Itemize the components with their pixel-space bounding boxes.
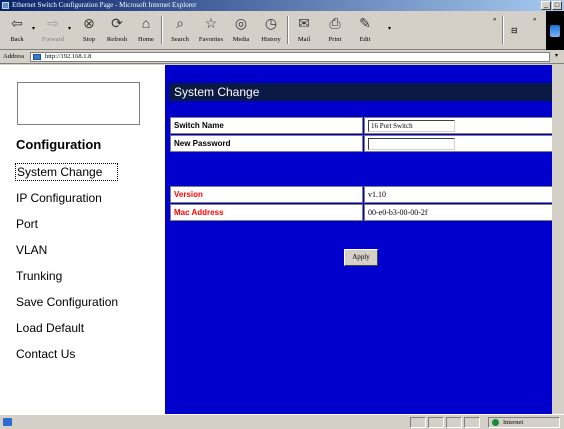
window-title: Ethernet Switch Configuration Page - Mic…	[12, 1, 197, 9]
main-content: System Change Switch Name 16 Port Switch…	[165, 65, 564, 414]
new-password-cell	[364, 135, 553, 152]
print-icon: ⎙	[329, 17, 341, 32]
sidebar-item-port[interactable]: Port	[16, 215, 118, 241]
home-icon: ⌂	[141, 17, 151, 32]
history-button[interactable]: ◷ History	[256, 15, 286, 44]
page-status-icon	[3, 418, 12, 426]
ie-throbber-logo	[546, 11, 564, 50]
table-row: Mac Address 00-e0-b3-00-00-2f	[170, 204, 553, 221]
zone-label: Internet	[503, 419, 524, 426]
address-url: http://192.168.1.8	[45, 53, 92, 60]
sidebar-item-load-default[interactable]: Load Default	[16, 319, 118, 345]
maximize-button[interactable]: □	[552, 1, 562, 10]
page-title: System Change	[169, 83, 556, 101]
new-password-label: New Password	[170, 135, 363, 152]
media-button[interactable]: ◎ Media	[226, 15, 256, 44]
edit-button[interactable]: ✎ Edit	[350, 15, 380, 44]
switch-name-input[interactable]: 16 Port Switch	[368, 119, 455, 132]
forward-arrow-icon: ⇨	[47, 17, 59, 32]
favorites-button[interactable]: ☆ Favorites	[196, 15, 226, 44]
forward-button[interactable]: ⇨ Forward	[38, 15, 68, 44]
sidebar: Configuration System Change IP Configura…	[0, 65, 165, 414]
status-bar: Internet	[0, 414, 564, 429]
sidebar-item-system-change[interactable]: System Change	[15, 163, 119, 181]
table-row: Switch Name 16 Port Switch	[170, 117, 553, 134]
links-icon[interactable]: ⊟	[511, 26, 518, 35]
page-viewport: Configuration System Change IP Configura…	[0, 65, 564, 414]
version-value: v1.10	[364, 186, 553, 203]
refresh-button[interactable]: ⟳ Refresh	[102, 15, 132, 44]
switch-name-cell: 16 Port Switch	[364, 117, 553, 134]
media-icon: ◎	[234, 17, 248, 32]
back-arrow-icon: ⇦	[11, 17, 23, 32]
new-password-input[interactable]	[368, 137, 455, 150]
sidebar-section-title: Configuration	[16, 137, 102, 152]
print-button[interactable]: ⎙ Print	[320, 15, 350, 44]
ie-app-icon	[2, 2, 9, 9]
address-bar: Address http://192.168.1.8 ▾	[0, 50, 564, 64]
version-label: Version	[170, 186, 363, 203]
sidebar-item-ip-configuration[interactable]: IP Configuration	[16, 189, 118, 215]
sidebar-item-save-configuration[interactable]: Save Configuration	[16, 293, 118, 319]
sidebar-item-trunking[interactable]: Trunking	[16, 267, 118, 293]
globe-icon	[492, 419, 499, 426]
address-input[interactable]: http://192.168.1.8	[30, 52, 550, 62]
status-panel	[464, 417, 480, 428]
mail-icon: ✉	[298, 17, 310, 32]
browser-window: Ethernet Switch Configuration Page - Mic…	[0, 0, 564, 429]
search-button[interactable]: ⌕ Search	[165, 15, 195, 44]
stop-button[interactable]: ⊗ Stop	[74, 15, 104, 44]
edit-icon: ✎	[359, 17, 371, 32]
ie-logo-icon	[550, 24, 560, 37]
browser-toolbar: ⇦ Back ▾ ⇨ Forward ▾ ⊗ Stop ⟳ Refresh ⌂ …	[0, 11, 564, 50]
back-dropdown-icon[interactable]: ▾	[32, 25, 35, 32]
vertical-scrollbar[interactable]	[552, 65, 564, 414]
mac-address-label: Mac Address	[170, 204, 363, 221]
stop-icon: ⊗	[83, 17, 95, 32]
switch-name-label: Switch Name	[170, 117, 363, 134]
status-panel	[446, 417, 462, 428]
status-panels	[410, 417, 480, 428]
address-dropdown-icon[interactable]: ▾	[555, 52, 558, 59]
search-icon: ⌕	[176, 17, 184, 32]
page-icon	[33, 54, 41, 60]
system-settings-table: Switch Name 16 Port Switch New Password	[169, 116, 554, 153]
mail-button[interactable]: ✉ Mail	[289, 15, 319, 44]
status-panel	[428, 417, 444, 428]
home-button[interactable]: ⌂ Home	[131, 15, 161, 44]
system-info-table: Version v1.10 Mac Address 00-e0-b3-00-00…	[169, 185, 554, 222]
window-controls: _ □	[541, 1, 562, 10]
toolbar-overflow-chevron-icon[interactable]: »	[493, 17, 496, 23]
more-dropdown-icon[interactable]: ▾	[388, 25, 391, 32]
sidebar-item-contact-us[interactable]: Contact Us	[16, 345, 118, 371]
security-zone: Internet	[488, 417, 560, 428]
back-button[interactable]: ⇦ Back	[2, 15, 32, 44]
table-row: New Password	[170, 135, 553, 152]
forward-dropdown-icon[interactable]: ▾	[68, 25, 71, 32]
minimize-button[interactable]: _	[541, 1, 551, 10]
links-overflow-chevron-icon[interactable]: »	[533, 17, 536, 23]
table-row: Version v1.10	[170, 186, 553, 203]
sidebar-item-vlan[interactable]: VLAN	[16, 241, 118, 267]
favorites-icon: ☆	[204, 17, 218, 32]
title-bar: Ethernet Switch Configuration Page - Mic…	[0, 0, 564, 11]
mac-address-value: 00-e0-b3-00-00-2f	[364, 204, 553, 221]
apply-button[interactable]: Apply	[344, 249, 378, 266]
history-icon: ◷	[264, 17, 278, 32]
refresh-icon: ⟳	[111, 17, 123, 32]
toolbar-separator	[502, 16, 504, 44]
address-label: Address	[3, 53, 25, 60]
toolbar-separator	[161, 16, 163, 44]
logo-placeholder	[17, 82, 140, 125]
status-panel	[410, 417, 426, 428]
sidebar-nav: System Change IP Configuration Port VLAN…	[15, 163, 119, 371]
